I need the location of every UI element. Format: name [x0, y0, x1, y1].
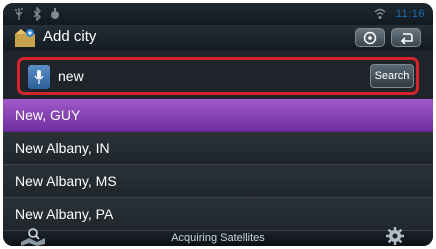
results-list: New, GUY New Albany, IN New Albany, MS N… [3, 99, 433, 231]
compass-button[interactable] [355, 28, 385, 47]
status-icons [13, 6, 61, 22]
page-title: Add city [43, 28, 97, 45]
search-input[interactable]: new [58, 68, 84, 84]
search-highlight-frame: new Search [17, 57, 419, 95]
back-button[interactable] [391, 28, 421, 47]
compass-icon [363, 31, 377, 44]
gps-status-text: Acquiring Satellites [171, 232, 265, 244]
add-city-icon [15, 29, 35, 47]
search-area: new Search [3, 51, 433, 101]
result-row-new-albany-in[interactable]: New Albany, IN [3, 132, 433, 165]
bluetooth-icon [33, 7, 41, 21]
search-button[interactable]: Search [370, 64, 414, 88]
result-row-new-albany-pa[interactable]: New Albany, PA [3, 198, 433, 231]
usb-icon [15, 8, 23, 20]
result-row-new-guy[interactable]: New, GUY [3, 99, 433, 132]
microphone-icon [34, 70, 44, 84]
status-bar: 11:16 [3, 3, 433, 25]
back-arrow-icon [400, 32, 413, 44]
settings-gear-icon[interactable] [383, 226, 407, 246]
title-bar: Add city [3, 25, 433, 51]
notification-icon [51, 8, 59, 19]
result-row-new-albany-ms[interactable]: New Albany, MS [3, 165, 433, 198]
voice-input-button[interactable] [28, 65, 50, 89]
clock: 11:16 [395, 8, 425, 20]
device-screen: 11:16 Add city new Search New, GUY New A… [3, 3, 433, 246]
status-right: 11:16 [374, 6, 425, 22]
wifi-signal-icon [374, 8, 386, 20]
